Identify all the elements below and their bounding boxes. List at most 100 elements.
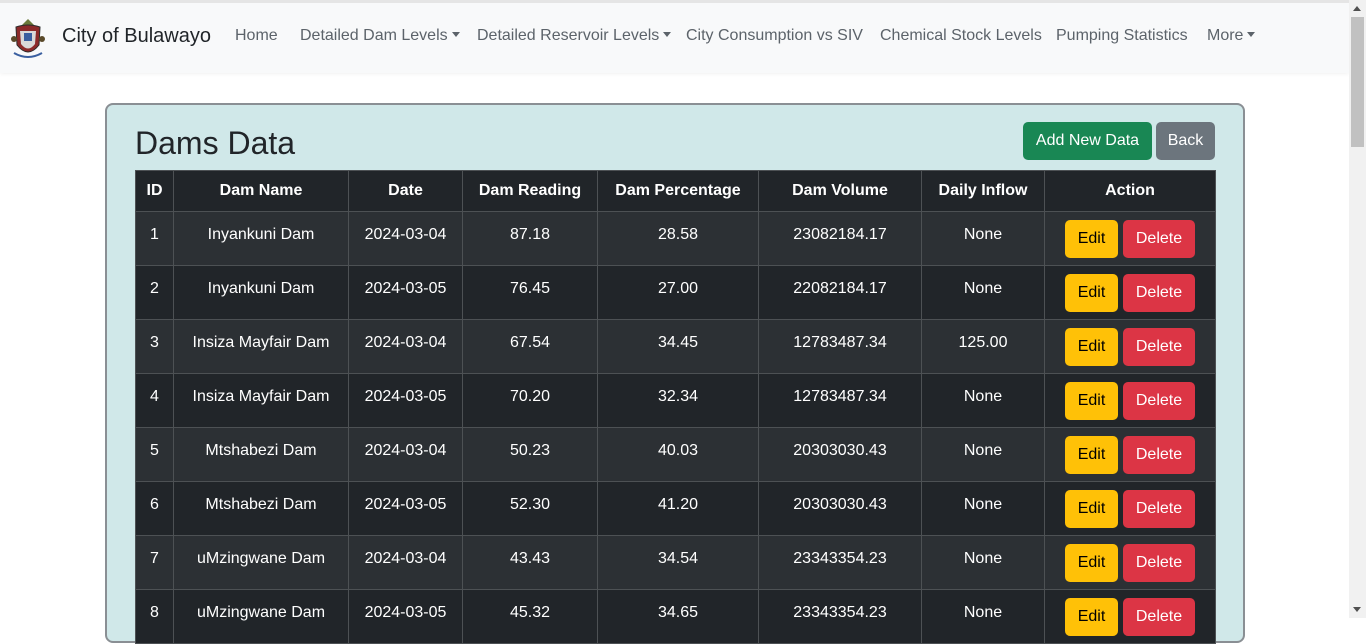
nav-link-label: Detailed Reservoir Levels <box>477 27 660 44</box>
cell-dam-volume: 20303030.43 <box>758 481 922 536</box>
cell-id: 3 <box>135 319 174 374</box>
cell-action: Edit Delete <box>1044 211 1216 266</box>
page-title: Dams Data <box>135 125 296 161</box>
edit-button[interactable]: Edit <box>1065 274 1118 312</box>
back-button[interactable]: Back <box>1156 122 1215 160</box>
cell-dam-percentage: 34.65 <box>597 589 759 644</box>
nav-link-label: City Consumption vs SIV <box>686 27 863 44</box>
column-header-dam-percentage: Dam Percentage <box>597 170 759 212</box>
table-row: 8 uMzingwane Dam 2024-03-05 45.32 34.65 23343… <box>135 589 1216 644</box>
nav-link-detailed-dam-levels[interactable]: Detailed Dam Levels <box>300 27 460 45</box>
cell-dam-name: Insiza Mayfair Dam <box>173 319 349 374</box>
cell-date: 2024-03-05 <box>348 373 463 428</box>
cell-date: 2024-03-05 <box>348 481 463 536</box>
cell-dam-name: Mtshabezi Dam <box>173 427 349 482</box>
cell-id: 5 <box>135 427 174 482</box>
cell-action: Edit Delete <box>1044 319 1216 374</box>
table-row: 1 Inyankuni Dam 2024-03-04 87.18 28.58 230821… <box>135 211 1216 266</box>
column-header-date: Date <box>348 170 463 212</box>
nav-link-label: Pumping Statistics <box>1056 27 1188 44</box>
edit-button[interactable]: Edit <box>1065 382 1118 420</box>
cell-dam-percentage: 34.45 <box>597 319 759 374</box>
edit-button[interactable]: Edit <box>1065 598 1118 636</box>
caret-down-icon <box>451 32 460 37</box>
table-row: 6 Mtshabezi Dam 2024-03-05 52.30 41.20 203030… <box>135 481 1216 536</box>
column-header-dam-name: Dam Name <box>173 170 349 212</box>
cell-dam-percentage: 27.00 <box>597 265 759 320</box>
cell-id: 4 <box>135 373 174 428</box>
nav-link-detailed-reservoir-levels[interactable]: Detailed Reservoir Levels <box>477 27 672 45</box>
nav-link-city-consumption[interactable]: City Consumption vs SIV <box>686 27 863 45</box>
nav-link-chemical-stock[interactable]: Chemical Stock Levels <box>880 27 1042 45</box>
nav-link-label: Detailed Dam Levels <box>300 27 448 44</box>
scroll-up-arrow-icon[interactable] <box>1353 6 1361 11</box>
delete-button[interactable]: Delete <box>1123 382 1195 420</box>
scroll-down-arrow-icon[interactable] <box>1353 607 1361 612</box>
column-header-dam-reading: Dam Reading <box>462 170 598 212</box>
delete-button[interactable]: Delete <box>1123 544 1195 582</box>
cell-daily-inflow: None <box>921 589 1045 644</box>
cell-dam-reading: 67.54 <box>462 319 598 374</box>
delete-button[interactable]: Delete <box>1123 328 1195 366</box>
cell-id: 6 <box>135 481 174 536</box>
cell-dam-percentage: 28.58 <box>597 211 759 266</box>
column-header-id: ID <box>135 170 174 212</box>
vertical-scrollbar[interactable] <box>1349 0 1366 618</box>
city-coat-of-arms-logo[interactable] <box>10 17 46 61</box>
caret-down-icon <box>1247 32 1256 37</box>
edit-button[interactable]: Edit <box>1065 436 1118 474</box>
table-row: 4 Insiza Mayfair Dam 2024-03-05 70.20 32.34 1… <box>135 373 1216 428</box>
edit-button[interactable]: Edit <box>1065 544 1118 582</box>
nav-link-pumping-statistics[interactable]: Pumping Statistics <box>1056 27 1188 45</box>
cell-dam-volume: 12783487.34 <box>758 319 922 374</box>
cell-action: Edit Delete <box>1044 589 1216 644</box>
cell-date: 2024-03-05 <box>348 589 463 644</box>
delete-button[interactable]: Delete <box>1123 274 1195 312</box>
nav-link-label: More <box>1207 27 1244 44</box>
table-row: 2 Inyankuni Dam 2024-03-05 76.45 27.00 220821… <box>135 265 1216 320</box>
caret-down-icon <box>663 32 672 37</box>
cell-daily-inflow: None <box>921 535 1045 590</box>
nav-link-label: Chemical Stock Levels <box>880 27 1042 44</box>
cell-dam-reading: 45.32 <box>462 589 598 644</box>
delete-button[interactable]: Delete <box>1123 490 1195 528</box>
cell-dam-name: uMzingwane Dam <box>173 535 349 590</box>
cell-dam-percentage: 40.03 <box>597 427 759 482</box>
column-header-action: Action <box>1044 170 1216 212</box>
cell-id: 8 <box>135 589 174 644</box>
table-row: 3 Insiza Mayfair Dam 2024-03-04 67.54 34.45 1… <box>135 319 1216 374</box>
nav-link-home[interactable]: Home <box>235 27 278 45</box>
dams-data-card: Dams Data Add New Data Back ID Dam Name … <box>105 103 1245 644</box>
edit-button[interactable]: Edit <box>1065 220 1118 258</box>
cell-dam-name: uMzingwane Dam <box>173 589 349 644</box>
cell-dam-volume: 22082184.17 <box>758 265 922 320</box>
delete-button[interactable]: Delete <box>1123 598 1195 636</box>
cell-dam-reading: 43.43 <box>462 535 598 590</box>
cell-id: 7 <box>135 535 174 590</box>
cell-dam-reading: 70.20 <box>462 373 598 428</box>
cell-action: Edit Delete <box>1044 481 1216 536</box>
table-header-row: ID Dam Name Date Dam Reading Dam Percent… <box>135 170 1216 212</box>
cell-date: 2024-03-04 <box>348 319 463 374</box>
column-header-daily-inflow: Daily Inflow <box>921 170 1045 212</box>
cell-date: 2024-03-05 <box>348 265 463 320</box>
nav-link-more[interactable]: More <box>1207 27 1256 45</box>
cell-dam-reading: 87.18 <box>462 211 598 266</box>
scroll-thumb[interactable] <box>1351 17 1364 147</box>
dams-table-container: ID Dam Name Date Dam Reading Dam Percent… <box>135 170 1216 644</box>
delete-button[interactable]: Delete <box>1123 436 1195 474</box>
dams-table: ID Dam Name Date Dam Reading Dam Percent… <box>135 170 1216 644</box>
edit-button[interactable]: Edit <box>1065 490 1118 528</box>
cell-date: 2024-03-04 <box>348 427 463 482</box>
cell-dam-volume: 12783487.34 <box>758 373 922 428</box>
cell-dam-volume: 23082184.17 <box>758 211 922 266</box>
add-new-data-button[interactable]: Add New Data <box>1023 122 1152 160</box>
cell-daily-inflow: None <box>921 427 1045 482</box>
cell-daily-inflow: None <box>921 265 1045 320</box>
cell-dam-percentage: 34.54 <box>597 535 759 590</box>
cell-dam-name: Insiza Mayfair Dam <box>173 373 349 428</box>
edit-button[interactable]: Edit <box>1065 328 1118 366</box>
navbar: City of Bulawayo Home Detailed Dam Level… <box>0 0 1349 73</box>
delete-button[interactable]: Delete <box>1123 220 1195 258</box>
brand-title[interactable]: City of Bulawayo <box>62 25 211 48</box>
